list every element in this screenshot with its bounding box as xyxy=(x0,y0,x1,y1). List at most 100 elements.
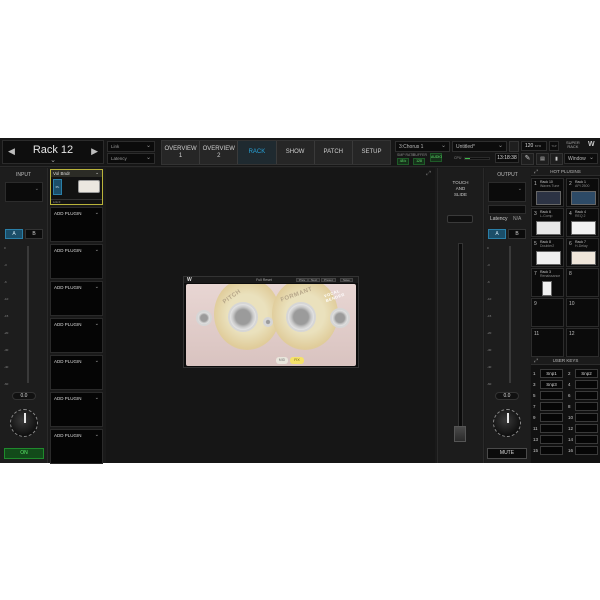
mute-button[interactable]: MUTE xyxy=(487,448,527,459)
pitch-knob[interactable] xyxy=(228,302,258,332)
user-key-button[interactable]: Snp1 xyxy=(540,369,563,378)
next-preset-button[interactable]: Next xyxy=(308,278,321,282)
input-gain-value[interactable]: 0.0 xyxy=(12,392,36,400)
plugin-slot-header[interactable]: Vol Bndr ⌄ xyxy=(51,170,102,177)
user-key-button[interactable] xyxy=(575,424,598,433)
hot-plugin-slot[interactable]: 7 Rack 3 Renaissance xyxy=(531,268,564,297)
add-plugin-slot[interactable]: ADD PLUGIN ⌄ xyxy=(50,429,103,464)
tab-patch[interactable]: PATCH xyxy=(315,141,353,164)
hot-plugin-slot[interactable]: 9 xyxy=(531,298,564,327)
prev-preset-button[interactable]: Prev xyxy=(296,278,309,282)
add-plugin-label: ADD PLUGIN xyxy=(54,211,82,216)
detach-icon[interactable]: ⤢ xyxy=(534,357,538,365)
preset-name[interactable]: Full Reset xyxy=(244,278,284,282)
hot-plugin-slot[interactable]: 3 Rack 6 L-Comp xyxy=(531,208,564,237)
touch-fader-handle[interactable] xyxy=(454,426,466,442)
tab-label: OVERVIEW xyxy=(202,145,235,152)
bpm-field[interactable]: 120 BPM xyxy=(521,141,547,151)
input-on-button[interactable]: ON xyxy=(4,448,44,459)
user-key-button[interactable] xyxy=(540,435,563,444)
save-button[interactable]: Save xyxy=(340,278,353,282)
detach-icon[interactable]: ⤢ xyxy=(426,171,431,178)
hot-plugin-slot[interactable]: 11 xyxy=(531,328,564,357)
user-key-button[interactable] xyxy=(540,402,563,411)
user-key-button[interactable] xyxy=(575,402,598,411)
hot-plugin-slot[interactable]: 6 Rack 7 H-Delay xyxy=(566,238,599,267)
output-a-button[interactable]: A xyxy=(488,229,506,239)
detach-icon[interactable]: ⤢ xyxy=(534,168,538,176)
link-knob[interactable] xyxy=(263,317,273,327)
user-key-button[interactable] xyxy=(540,391,563,400)
user-key-button[interactable] xyxy=(575,446,598,455)
hot-plugin-slot[interactable]: 12 xyxy=(566,328,599,357)
user-key-button[interactable] xyxy=(540,424,563,433)
plugin-thumbnail[interactable] xyxy=(78,180,100,193)
user-key-number: 4 xyxy=(568,382,571,387)
input-gain-knob[interactable] xyxy=(10,409,38,437)
plugin-window: W Full Reset Prev Next Preset Save PITCH… xyxy=(183,276,359,368)
tab-overview-2[interactable]: OVERVIEW 2 xyxy=(200,141,239,164)
latency-dropdown[interactable]: Latency ⌄ xyxy=(107,153,155,164)
input-a-button[interactable]: A xyxy=(5,229,23,239)
superrack-window: ◀ Rack 12 ⌄ ▶ Link ⌄ Latency ⌄ OVERVIEW 1… xyxy=(0,138,600,464)
hot-plugin-slot[interactable]: 4 Rack 4 REQ 2 xyxy=(566,208,599,237)
hot-plugin-slot[interactable]: 1 Rack 10 Waves Tune xyxy=(531,178,564,207)
tab-overview-1[interactable]: OVERVIEW 1 xyxy=(162,141,201,164)
touch-fader-track[interactable] xyxy=(458,243,463,433)
tap-button[interactable]: TAP xyxy=(549,141,559,151)
keyboard-icon[interactable]: ▤ xyxy=(536,153,549,165)
add-plugin-slot[interactable]: ADD PLUGIN ⌄ xyxy=(50,355,103,390)
plugin-power-button[interactable]: PL xyxy=(53,179,62,195)
user-key-button[interactable] xyxy=(575,380,598,389)
user-key-button[interactable] xyxy=(575,435,598,444)
user-key-button[interactable] xyxy=(540,413,563,422)
scene-dropdown[interactable]: 3:Chorus 1 ⌄ xyxy=(395,141,450,152)
formant-knob[interactable] xyxy=(286,302,316,332)
lock-icon[interactable]: ▮ xyxy=(550,153,563,165)
user-key-button[interactable]: Snp2 xyxy=(575,369,598,378)
next-rack-icon[interactable]: ▶ xyxy=(91,146,98,157)
tab-show[interactable]: SHOW xyxy=(277,141,315,164)
user-key-button[interactable] xyxy=(575,413,598,422)
mid-button[interactable]: MID xyxy=(276,357,288,364)
hot-plugin-slot[interactable]: 2 Rack 1 API 2500 xyxy=(566,178,599,207)
left-small-knob[interactable] xyxy=(196,310,212,326)
fix-button[interactable]: FIX xyxy=(290,357,304,364)
touch-button[interactable] xyxy=(447,215,473,223)
input-b-button[interactable]: B xyxy=(25,229,43,239)
output-knob[interactable] xyxy=(330,308,350,328)
pencil-icon[interactable]: ✎ xyxy=(521,153,534,165)
window-dropdown[interactable]: Window ⌄ xyxy=(564,153,598,164)
add-plugin-slot[interactable]: ADD PLUGIN ⌄ xyxy=(50,318,103,353)
hot-plugins-header: ⤢ HOT PLUGINS xyxy=(531,168,600,176)
output-routing-dropdown[interactable]: ⌄ xyxy=(488,182,526,202)
output-latency-field[interactable] xyxy=(488,205,526,214)
tab-setup[interactable]: SETUP xyxy=(353,141,390,164)
output-b-button[interactable]: B xyxy=(508,229,526,239)
input-routing-dropdown[interactable]: ⌄ xyxy=(5,182,43,202)
user-key-button[interactable]: Snp3 xyxy=(540,380,563,389)
preset-button[interactable]: Preset xyxy=(321,278,336,282)
user-key-button[interactable] xyxy=(575,391,598,400)
touch-fader-strip: TOUCH AND SLIDE xyxy=(437,168,484,463)
output-gain-knob[interactable] xyxy=(493,409,521,437)
add-plugin-slot[interactable]: ADD PLUGIN ⌄ xyxy=(50,207,103,242)
output-gain-value[interactable]: 0.0 xyxy=(495,392,519,400)
add-plugin-slot[interactable]: ADD PLUGIN ⌄ xyxy=(50,281,103,316)
add-plugin-slot[interactable]: ADD PLUGIN ⌄ xyxy=(50,392,103,427)
hot-plugin-slot[interactable]: 5 Rack 8 Doubler2 xyxy=(531,238,564,267)
bpm-link-icon[interactable] xyxy=(509,141,519,152)
hot-plugin-slot[interactable]: 8 xyxy=(566,268,599,297)
add-plugin-slot[interactable]: ADD PLUGIN ⌄ xyxy=(50,244,103,279)
link-dropdown[interactable]: Link ⌄ xyxy=(107,141,155,152)
rack-expand-icon[interactable]: ⌄ xyxy=(3,156,103,164)
user-key-number: 13 xyxy=(533,437,539,442)
rack-title[interactable]: Rack 12 xyxy=(3,144,103,156)
session-dropdown[interactable]: Untitled* ⌄ xyxy=(452,141,507,152)
hot-plugin-slot[interactable]: 10 xyxy=(566,298,599,327)
user-key-button[interactable] xyxy=(540,446,563,455)
tab-rack[interactable]: RACK xyxy=(238,141,277,164)
plugin-slot-vol-bndr[interactable]: Vol Bndr ⌄ PL Lnk 0 xyxy=(50,169,103,205)
hot-plugins-title: HOT PLUGINS xyxy=(550,169,581,174)
hot-plugin-info: Rack 8 Doubler2 xyxy=(540,240,554,248)
